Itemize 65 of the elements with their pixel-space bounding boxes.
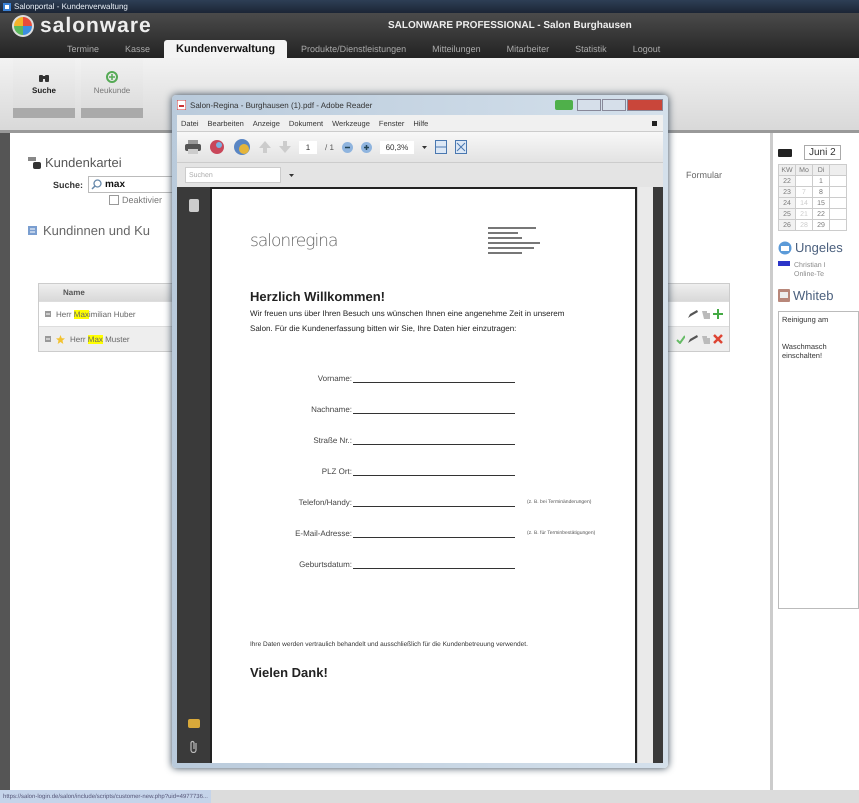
add-icon[interactable] — [713, 309, 723, 319]
card-file-icon — [28, 156, 42, 168]
form-label: E-Mail-Adresse: — [294, 529, 352, 538]
caret-icon[interactable] — [289, 174, 294, 176]
fit-page-icon[interactable] — [434, 140, 447, 154]
caret-icon[interactable] — [422, 146, 427, 148]
check-icon[interactable] — [676, 334, 685, 344]
list-icon — [28, 226, 37, 235]
checkbox-label: Deaktivier — [122, 195, 162, 205]
section-title: Kundenkartei — [45, 155, 122, 170]
document-text: Wir freuen uns über Ihren Besuch uns wünschen Ihnen eine angenehme Zeit in unserem Salon. Für die Kundenerfassung bitten wir Sie, Ihre Daten hier einzutragen: — [250, 308, 566, 335]
minimize-button[interactable] — [577, 99, 601, 111]
nav-tab[interactable]: Kundenverwaltung — [164, 40, 288, 58]
expand-icon[interactable] — [45, 336, 51, 342]
search-label: Suche: — [53, 180, 84, 190]
header-title: SALONWARE PROFESSIONAL - Salon Burghausen — [388, 20, 632, 31]
zoom-out-icon[interactable] — [342, 142, 353, 152]
section-title: Kundinnen und Ku — [43, 223, 150, 238]
logo-text: salonware — [40, 14, 153, 38]
form-label: Straße Nr.: — [312, 436, 352, 445]
form-label: Geburtsdatum: — [298, 560, 352, 569]
add-person-icon — [106, 71, 118, 83]
window-title: Salon-Regina - Burghausen (1).pdf - Adobe Reader — [190, 100, 374, 110]
form-label: Telefon/Handy: — [298, 498, 352, 507]
section-title: Whiteb — [793, 288, 834, 303]
form-label: Vorname: — [316, 374, 352, 383]
fit-width-icon[interactable] — [454, 140, 467, 154]
nav-tab[interactable]: Kasse — [113, 40, 162, 58]
customer-name[interactable]: Herr Maximilian Huber — [56, 310, 136, 318]
expand-icon[interactable] — [45, 311, 51, 317]
customer-name[interactable]: Herr Max Muster — [70, 334, 130, 344]
document-heading: Vielen Dank! — [250, 665, 329, 680]
nav-tab[interactable]: Mitarbeiter — [494, 40, 562, 58]
checkbox[interactable] — [109, 195, 119, 205]
nav-tab[interactable]: Termine — [55, 40, 112, 58]
salon-logo: salonregina — [250, 231, 338, 253]
nav-tab[interactable]: Mitteilungen — [420, 40, 493, 58]
nav-tab[interactable]: Logout — [620, 40, 672, 58]
form-label: PLZ Ort: — [320, 467, 352, 476]
mail-icon — [778, 240, 792, 254]
logo-icon — [12, 14, 34, 36]
address-block-drawing — [488, 227, 540, 257]
maximize-button[interactable] — [602, 99, 626, 111]
pencil-icon[interactable] — [688, 310, 698, 318]
window-title: Salonportal - Kundenverwaltung — [14, 2, 128, 11]
form-label: Nachname: — [310, 405, 352, 414]
print-icon[interactable] — [185, 140, 201, 154]
page-count: / 1 — [325, 142, 334, 152]
month-select[interactable]: Juni 2 — [804, 145, 841, 160]
nav-tab[interactable]: Produkte/Dienstleistungen — [289, 40, 418, 58]
delete-icon[interactable] — [713, 334, 723, 344]
zoom-in-icon[interactable] — [360, 142, 372, 152]
document-heading: Herzlich Willkommen! — [250, 289, 386, 304]
nav-tab[interactable]: Statistik — [563, 40, 619, 58]
form-link[interactable]: Formular — [686, 170, 722, 205]
scrollbar[interactable] — [637, 187, 653, 763]
search-icon — [91, 179, 102, 190]
paperclip-icon[interactable] — [188, 740, 198, 753]
page-field[interactable]: 1 — [299, 140, 317, 154]
zoom-field[interactable]: 60,3% — [380, 140, 414, 154]
pencil-icon[interactable] — [688, 335, 698, 343]
pdf-icon — [177, 100, 186, 110]
note-icon — [778, 289, 790, 302]
section-title: Ungeles — [795, 240, 843, 255]
close-icon[interactable] — [652, 120, 657, 126]
